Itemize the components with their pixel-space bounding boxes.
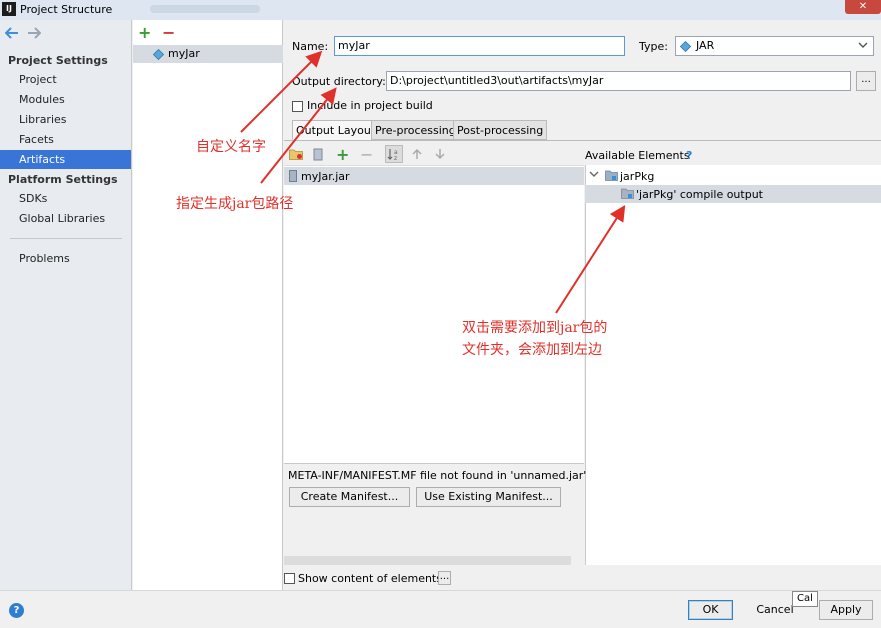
compile-output-arrow <box>555 204 626 314</box>
jar-path-annotation: 指定生成jar包路径 <box>176 196 294 212</box>
name-arrow <box>240 50 323 133</box>
double-click-annotation-line2: 文件夹，会添加到左边 <box>462 342 602 358</box>
annotation-arrows <box>240 50 626 314</box>
custom-name-annotation: 自定义名字 <box>196 139 266 155</box>
output-dir-arrow <box>260 87 337 184</box>
double-click-annotation-line1: 双击需要添加到jar包的 <box>462 320 608 336</box>
